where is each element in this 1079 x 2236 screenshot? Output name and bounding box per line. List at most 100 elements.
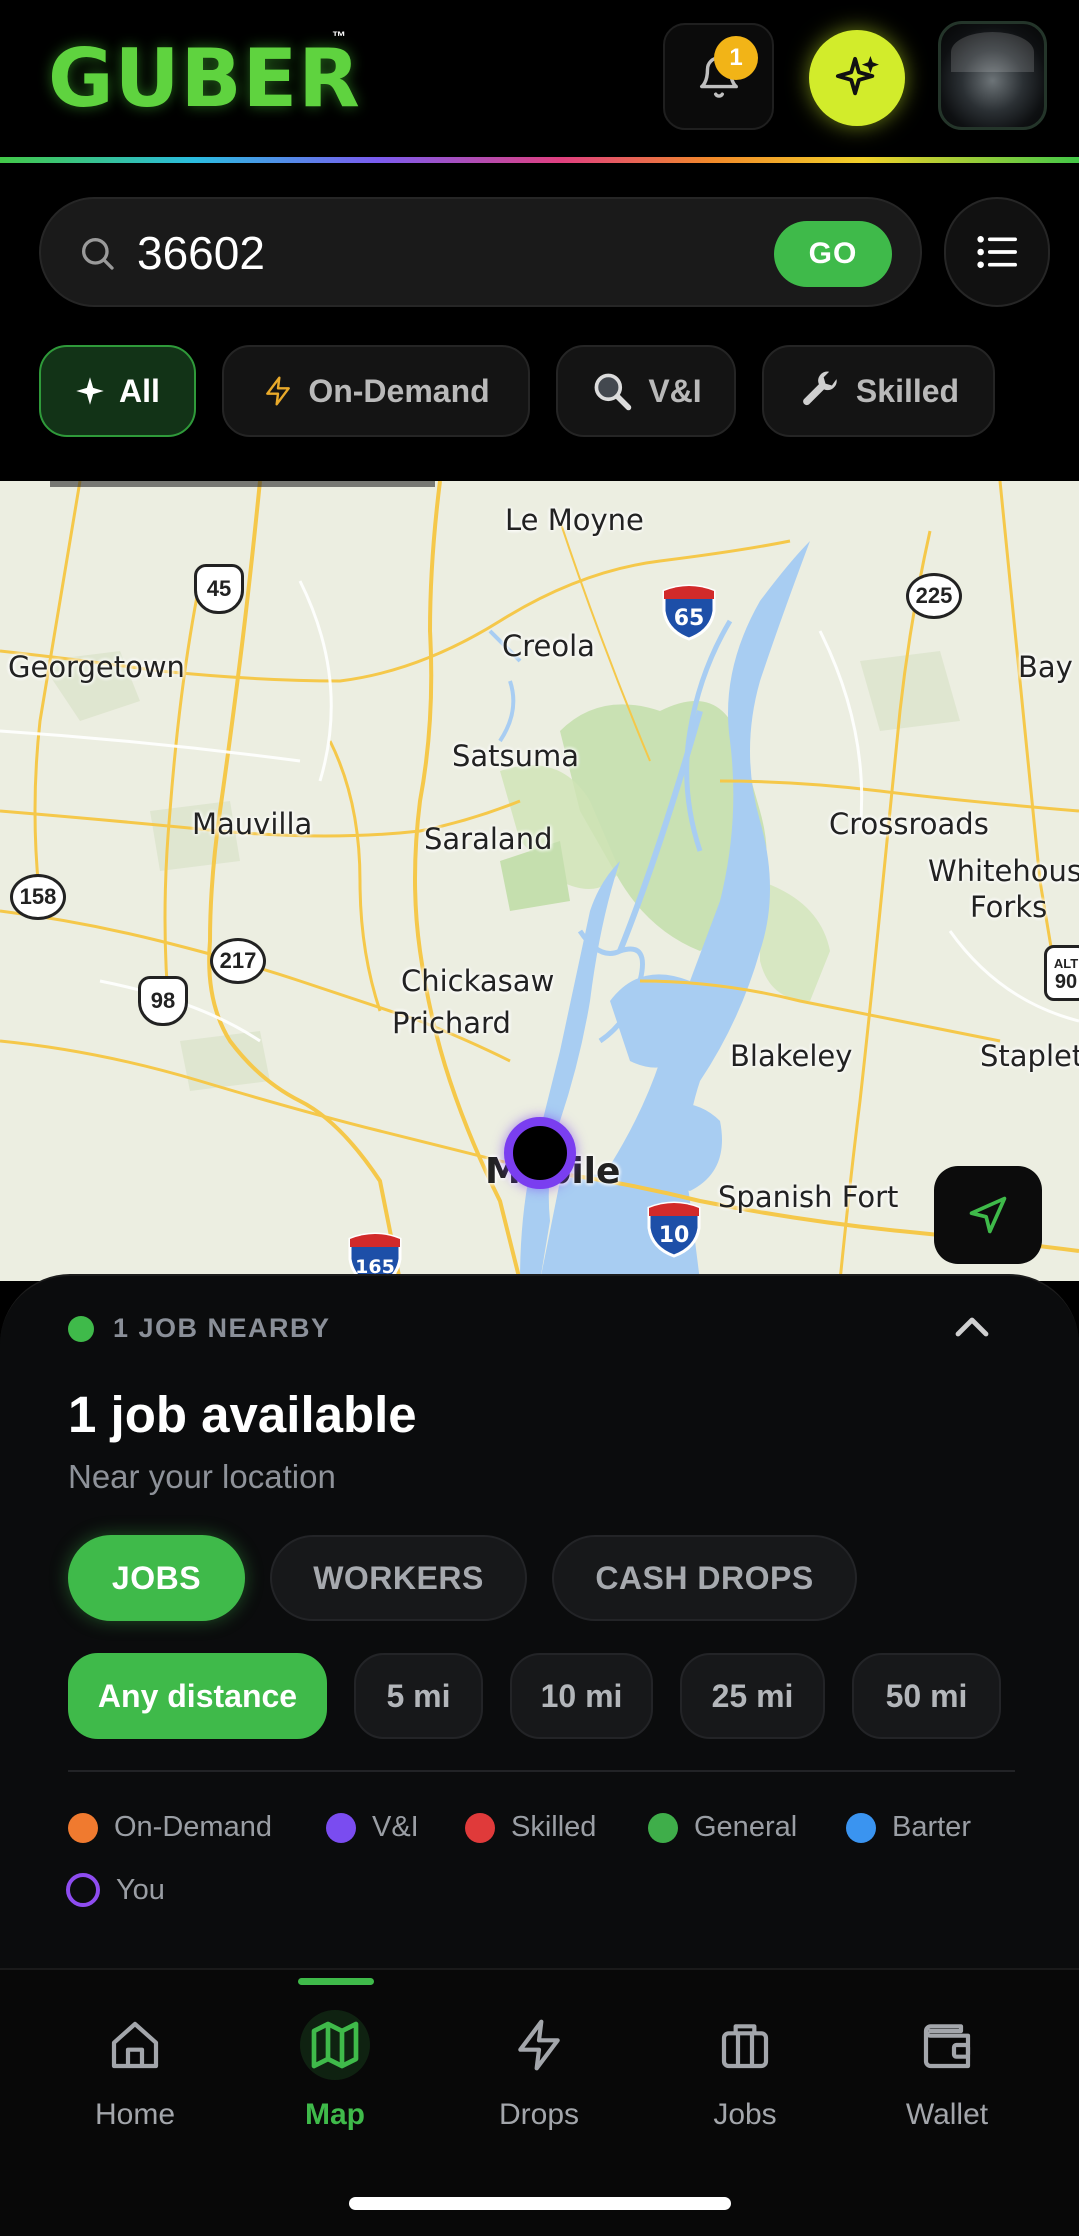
sparkle-icon <box>835 56 879 96</box>
map-label-satsuma: Satsuma <box>452 739 580 773</box>
filter-chip-all[interactable]: All <box>39 345 196 437</box>
filter-chip-label: All <box>119 372 160 409</box>
logo-trademark: ™ <box>332 28 346 44</box>
legend-ring <box>66 1873 100 1907</box>
jobs-bottom-sheet <box>0 1274 1079 1974</box>
legend-label: General <box>694 1811 798 1843</box>
filter-chip-on-demand[interactable]: On-Demand <box>222 345 530 437</box>
distance-50mi[interactable]: 50 mi <box>852 1653 1001 1739</box>
legend-vi: V&I <box>326 1811 419 1844</box>
route-shield-225: 225 <box>906 573 962 619</box>
zip-search-bar: GO <box>39 197 922 307</box>
go-button[interactable]: GO <box>774 221 892 287</box>
recenter-location-button[interactable] <box>934 1166 1042 1264</box>
legend-label: You <box>116 1873 165 1906</box>
interstate-number: 65 <box>674 606 705 631</box>
nav-drops[interactable]: Drops <box>459 2010 619 2140</box>
lightning-icon <box>266 376 291 406</box>
map-label-whitehouse: Whitehous <box>928 854 1079 888</box>
shield-alt-number: 90 <box>1054 971 1078 993</box>
distance-25mi[interactable]: 25 mi <box>680 1653 825 1739</box>
filter-chip-label: Skilled <box>855 372 960 409</box>
collapse-sheet-button[interactable] <box>948 1308 996 1348</box>
legend-dot <box>326 1812 356 1843</box>
map-label-saraland: Saraland <box>424 822 553 856</box>
legend-dot <box>68 1812 98 1843</box>
filter-chip-label: V&I <box>648 372 702 409</box>
ai-assistant-button[interactable] <box>809 30 905 126</box>
map-label-blakeley: Blakeley <box>730 1039 853 1073</box>
map-label-prichard: Prichard <box>392 1006 511 1040</box>
nav-label: Drops <box>498 2098 580 2131</box>
map-label-georgetown: Georgetown <box>8 650 185 684</box>
distance-5mi[interactable]: 5 mi <box>354 1653 483 1739</box>
map-label-spanish-fort: Spanish Fort <box>718 1180 899 1214</box>
nav-label: Map <box>305 2098 365 2131</box>
sheet-title: 1 job available <box>68 1386 417 1443</box>
map-icon <box>311 2021 359 2069</box>
nav-map[interactable]: Map <box>255 2010 415 2140</box>
legend-you: You <box>66 1873 165 1907</box>
tab-workers[interactable]: WORKERS <box>270 1535 527 1621</box>
legend-label: V&I <box>372 1811 419 1843</box>
search-input[interactable] <box>137 221 757 285</box>
nav-jobs[interactable]: Jobs <box>665 2010 825 2140</box>
nearby-status-dot <box>68 1316 94 1342</box>
avatar[interactable] <box>938 21 1047 130</box>
app-header: GUBER ™ 1 <box>0 0 1079 163</box>
user-location-marker[interactable] <box>504 1117 576 1189</box>
filter-chip-vi[interactable]: V&I <box>556 345 736 437</box>
active-tab-indicator <box>298 1978 374 1985</box>
map-label-forks: Forks <box>970 890 1048 924</box>
nearby-count-label: 1 JOB NEARBY <box>113 1313 331 1343</box>
nav-label: Jobs <box>713 2098 777 2131</box>
list-icon <box>977 236 1017 269</box>
nav-label: Wallet <box>905 2098 989 2131</box>
notification-badge: 1 <box>714 36 758 80</box>
map-label-le-moyne: Le Moyne <box>505 503 644 537</box>
filter-chip-label: On-Demand <box>308 372 490 409</box>
wrench-icon <box>803 371 837 406</box>
sheet-subtitle: Near your location <box>68 1458 336 1495</box>
nav-wallet[interactable]: Wallet <box>867 2010 1027 2140</box>
legend-dot <box>465 1812 495 1843</box>
map-label-bay: Bay <box>1018 650 1073 684</box>
list-view-button[interactable] <box>944 197 1050 307</box>
nav-home[interactable]: Home <box>55 2010 215 2140</box>
distance-10mi[interactable]: 10 mi <box>510 1653 653 1739</box>
route-shield-158: 158 <box>10 874 66 920</box>
route-shield-alt90: ALT 90 <box>1044 945 1079 1001</box>
route-shield-us45: 45 <box>194 564 244 614</box>
legend-general: General <box>648 1811 797 1844</box>
home-indicator-bar[interactable] <box>349 2197 731 2210</box>
notifications-button[interactable] <box>663 23 774 130</box>
briefcase-icon <box>721 2024 769 2069</box>
sheet-divider <box>68 1770 1015 1772</box>
legend-dot <box>846 1812 876 1843</box>
interstate-number: 10 <box>659 1223 690 1248</box>
sparkle-icon <box>76 377 104 405</box>
tab-jobs[interactable]: JOBS <box>68 1535 245 1621</box>
filter-chip-skilled[interactable]: Skilled <box>762 345 995 437</box>
map-label-mauvilla: Mauvilla <box>192 807 313 841</box>
distance-any[interactable]: Any distance <box>68 1653 327 1739</box>
map-label-chickasaw: Chickasaw <box>401 964 555 998</box>
app-logo[interactable]: GUBER <box>48 34 361 124</box>
chevron-up-icon <box>955 1317 989 1337</box>
legend-dot <box>648 1812 678 1843</box>
lightning-icon <box>518 2019 560 2071</box>
navigation-arrow-icon <box>969 1196 1007 1234</box>
tab-cash-drops[interactable]: CASH DROPS <box>552 1535 857 1621</box>
search-icon <box>82 238 114 270</box>
legend-label: On-Demand <box>114 1811 272 1843</box>
route-shield-us98: 98 <box>138 976 188 1026</box>
legend-barter: Barter <box>846 1811 971 1844</box>
legend-skilled: Skilled <box>465 1811 596 1844</box>
interstate-shield-10: 10 <box>644 1198 704 1258</box>
nav-label: Home <box>94 2098 176 2131</box>
home-icon <box>111 2021 159 2069</box>
legend-on-demand: On-Demand <box>68 1811 272 1844</box>
route-shield-217: 217 <box>210 938 266 984</box>
wallet-icon <box>923 2024 971 2069</box>
magnifier-icon <box>594 373 632 411</box>
